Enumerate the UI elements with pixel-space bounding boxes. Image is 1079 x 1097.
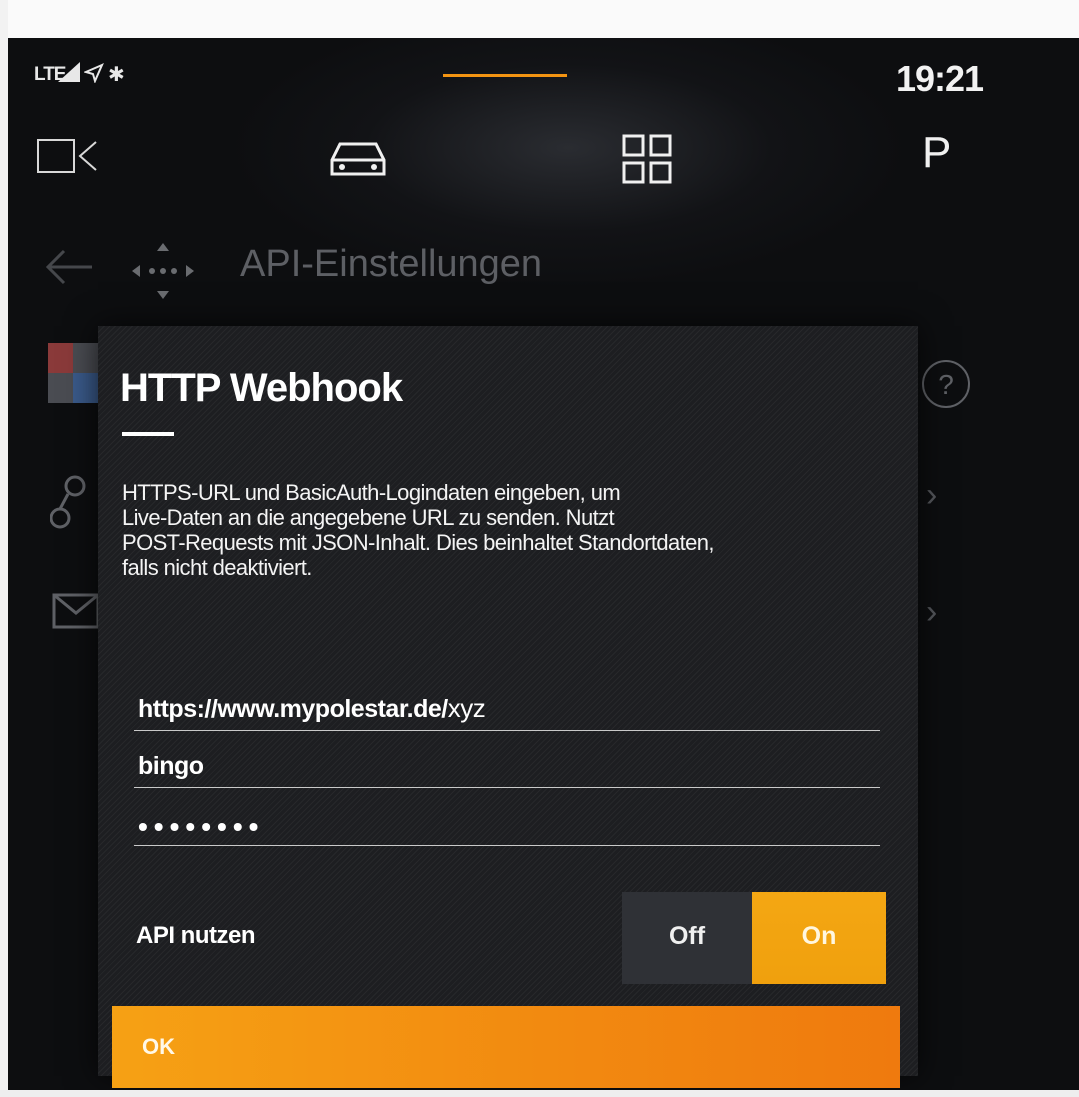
svg-text:?: ? — [938, 369, 954, 400]
photo-bezel-top — [0, 0, 1079, 38]
api-toggle-label: API nutzen — [136, 922, 256, 949]
title-underline — [122, 432, 174, 436]
password-field[interactable]: •••••••• — [134, 799, 880, 846]
dialog-title: HTTP Webhook — [120, 366, 403, 410]
password-value: •••••••• — [138, 811, 265, 842]
api-toggle: Off On — [622, 892, 886, 984]
infotainment-screen: LTE ✱ 19:21 P API-Einstellungen ? › › HT… — [8, 38, 1079, 1090]
ok-button[interactable]: OK — [112, 1006, 900, 1088]
bluetooth-icon: ✱ — [108, 64, 125, 86]
gear-indicator[interactable]: P — [922, 128, 951, 178]
row-chevron-icon[interactable]: › — [926, 593, 937, 632]
back-arrow-icon[interactable] — [44, 247, 94, 287]
url-field[interactable]: https://www.mypolestar.de/xyz — [134, 684, 880, 731]
car-icon[interactable] — [326, 136, 390, 180]
url-value: https://www.mypolestar.de/xyz — [138, 693, 486, 723]
camera-icon[interactable] — [36, 136, 100, 176]
page-header: API-Einstellungen — [8, 233, 1079, 303]
api-settings-icon — [132, 243, 194, 299]
status-bar: LTE ✱ 19:21 — [8, 38, 1079, 108]
location-arrow-icon — [84, 63, 104, 83]
photo-bezel-bottom — [0, 1090, 1079, 1097]
dialog-description: HTTPS-URL und BasicAuth-Logindaten einge… — [122, 480, 715, 580]
row-chevron-icon[interactable]: › — [926, 476, 937, 515]
toggle-off-button[interactable]: Off — [622, 892, 752, 984]
clock: 19:21 — [896, 58, 984, 99]
ok-label: OK — [142, 1034, 175, 1059]
photo-bezel-left — [0, 0, 8, 1097]
http-webhook-dialog: HTTP Webhook HTTPS-URL und BasicAuth-Log… — [98, 326, 918, 1088]
page-title: API-Einstellungen — [240, 243, 543, 285]
webhook-icon — [50, 475, 86, 529]
username-field[interactable]: bingo — [134, 741, 880, 788]
username-value: bingo — [138, 752, 204, 780]
top-navigation: P — [8, 120, 1079, 200]
map-icon — [48, 343, 98, 403]
toggle-on-button[interactable]: On — [752, 892, 886, 984]
help-icon[interactable]: ? — [920, 358, 972, 410]
top-accent-line — [443, 74, 567, 77]
mail-icon — [52, 593, 100, 629]
apps-grid-icon[interactable] — [622, 134, 672, 184]
signal-icon — [58, 62, 80, 82]
